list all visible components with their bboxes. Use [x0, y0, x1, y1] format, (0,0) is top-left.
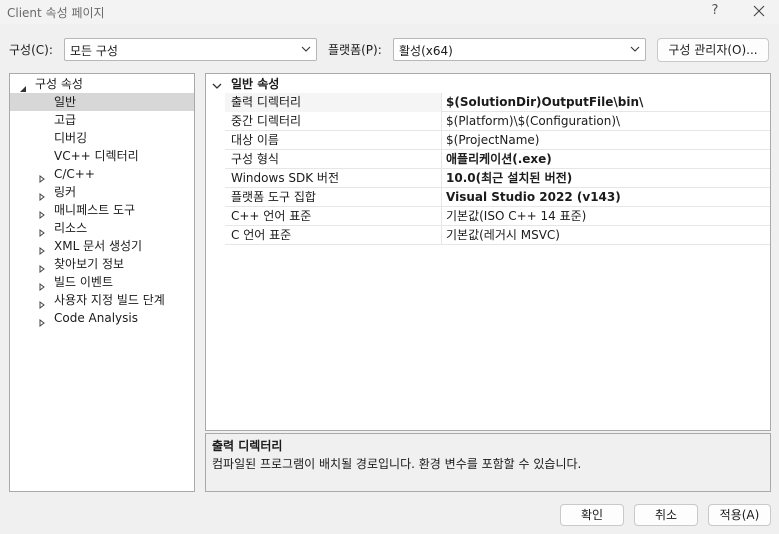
tree-item-label: 일반 — [54, 95, 77, 109]
property-name: 중간 디렉터리 — [225, 112, 442, 131]
chevron-down-icon — [629, 43, 641, 55]
expand-triangle-icon[interactable] — [38, 260, 46, 273]
tree-item[interactable]: 빌드 이벤트 — [10, 273, 194, 291]
expand-triangle-icon[interactable] — [38, 188, 46, 201]
property-grid: 일반 속성 출력 디렉터리 $(SolutionDir)OutputFile\bi… — [205, 73, 771, 431]
property-name: C++ 언어 표준 — [225, 207, 442, 226]
description-text: 컴파일된 프로그램이 배치될 경로입니다. 환경 변수를 포함할 수 있습니다. — [212, 457, 582, 471]
tree-item[interactable]: 일반 — [10, 93, 194, 111]
property-value[interactable]: $(SolutionDir)OutputFile\bin\ — [446, 93, 643, 112]
config-dropdown-value: 모든 구성 — [70, 44, 118, 58]
property-row[interactable]: 플랫폼 도구 집합 Visual Studio 2022 (v143) — [225, 188, 770, 207]
tree-item-label: XML 문서 생성기 — [54, 239, 143, 253]
config-label: 구성(C): — [9, 43, 53, 57]
tree-item-label: 매니페스트 도구 — [54, 203, 136, 217]
ok-button[interactable]: 확인 — [560, 504, 624, 526]
tree-item-label: C/C++ — [54, 167, 95, 181]
property-value[interactable]: 애플리케이션(.exe) — [446, 150, 552, 169]
tree-item-label: 리소스 — [54, 221, 88, 235]
property-row[interactable]: 출력 디렉터리 $(SolutionDir)OutputFile\bin\ — [225, 93, 770, 112]
tree-root[interactable]: 구성 속성 — [10, 75, 194, 93]
tree-item[interactable]: Code Analysis — [10, 309, 194, 327]
tree-item[interactable]: 디버깅 — [10, 129, 194, 147]
window-title: Client 속성 페이지 — [7, 6, 105, 20]
property-name: 구성 형식 — [225, 150, 442, 169]
property-row[interactable]: 구성 형식 애플리케이션(.exe) — [225, 150, 770, 169]
chevron-down-icon — [300, 43, 312, 55]
property-value[interactable]: $(Platform)\$(Configuration)\ — [446, 112, 620, 131]
tree-item[interactable]: 사용자 지정 빌드 단계 — [10, 291, 194, 309]
property-value[interactable]: Visual Studio 2022 (v143) — [446, 188, 621, 207]
tree-item-label: Code Analysis — [54, 311, 138, 325]
tree-item-label: 디버깅 — [54, 131, 88, 145]
cancel-button[interactable]: 취소 — [634, 504, 698, 526]
help-button[interactable]: ? — [708, 3, 722, 18]
grid-category-label: 일반 속성 — [231, 77, 280, 91]
property-name: 대상 이름 — [225, 131, 442, 150]
chevron-down-icon[interactable] — [212, 79, 222, 89]
config-manager-button[interactable]: 구성 관리자(O)... — [657, 38, 769, 62]
property-name: Windows SDK 버전 — [225, 169, 442, 188]
description-panel: 출력 디렉터리 컴파일된 프로그램이 배치될 경로입니다. 환경 변수를 포함할… — [205, 433, 771, 492]
tree-item-label: 찾아보기 정보 — [54, 257, 125, 271]
platform-dropdown[interactable]: 활성(x64) — [393, 38, 646, 61]
expand-triangle-icon[interactable] — [38, 224, 46, 237]
tree-item-label: 고급 — [54, 113, 77, 127]
tree-item[interactable]: 고급 — [10, 111, 194, 129]
tree-item[interactable]: XML 문서 생성기 — [10, 237, 194, 255]
platform-label: 플랫폼(P): — [328, 43, 382, 57]
property-name: 플랫폼 도구 집합 — [225, 188, 442, 207]
description-title: 출력 디렉터리 — [212, 439, 283, 453]
property-row[interactable]: C 언어 표준 기본값(레거시 MSVC) — [225, 226, 770, 245]
expand-triangle-icon[interactable] — [38, 278, 46, 291]
apply-button[interactable]: 적용(A) — [708, 504, 771, 526]
tree-item-label: 링커 — [54, 185, 77, 199]
property-row[interactable]: 대상 이름 $(ProjectName) — [225, 131, 770, 150]
collapse-triangle-icon[interactable] — [19, 80, 27, 92]
title-bar: Client 속성 페이지 ? — [0, 0, 779, 24]
property-row[interactable]: Windows SDK 버전 10.0(최근 설치된 버전) — [225, 169, 770, 188]
tree-item[interactable]: VC++ 디렉터리 — [10, 147, 194, 165]
property-value[interactable]: $(ProjectName) — [446, 131, 539, 150]
tree-item-label: 사용자 지정 빌드 단계 — [54, 293, 165, 307]
property-tree: 구성 속성 일반고급디버깅 VC++ 디렉터리 C/C++ 링커매니페스트 도구리소스… — [9, 73, 195, 492]
grid-category[interactable]: 일반 속성 — [206, 74, 770, 92]
expand-triangle-icon[interactable] — [38, 314, 46, 327]
tree-item[interactable]: 링커 — [10, 183, 194, 201]
expand-triangle-icon[interactable] — [38, 170, 46, 183]
tree-item[interactable]: 매니페스트 도구 — [10, 201, 194, 219]
property-name: 출력 디렉터리 — [225, 93, 442, 112]
property-row[interactable]: C++ 언어 표준 기본값(ISO C++ 14 표준) — [225, 207, 770, 226]
property-value[interactable]: 10.0(최근 설치된 버전) — [446, 169, 572, 188]
tree-item-label: 빌드 이벤트 — [54, 275, 114, 289]
tree-item[interactable]: 리소스 — [10, 219, 194, 237]
property-name: C 언어 표준 — [225, 226, 442, 245]
config-dropdown[interactable]: 모든 구성 — [64, 38, 317, 61]
expand-triangle-icon[interactable] — [38, 296, 46, 309]
property-value[interactable]: 기본값(ISO C++ 14 표준) — [446, 207, 586, 226]
tree-item[interactable]: C/C++ — [10, 165, 194, 183]
tree-root-label: 구성 속성 — [35, 77, 83, 91]
expand-triangle-icon[interactable] — [38, 242, 46, 255]
expand-triangle-icon[interactable] — [38, 206, 46, 219]
property-row[interactable]: 중간 디렉터리 $(Platform)\$(Configuration)\ — [225, 112, 770, 131]
close-icon[interactable] — [748, 2, 770, 20]
platform-dropdown-value: 활성(x64) — [399, 44, 453, 58]
tree-item-label: VC++ 디렉터리 — [54, 149, 139, 163]
property-value[interactable]: 기본값(레거시 MSVC) — [446, 226, 560, 245]
tree-item[interactable]: 찾아보기 정보 — [10, 255, 194, 273]
